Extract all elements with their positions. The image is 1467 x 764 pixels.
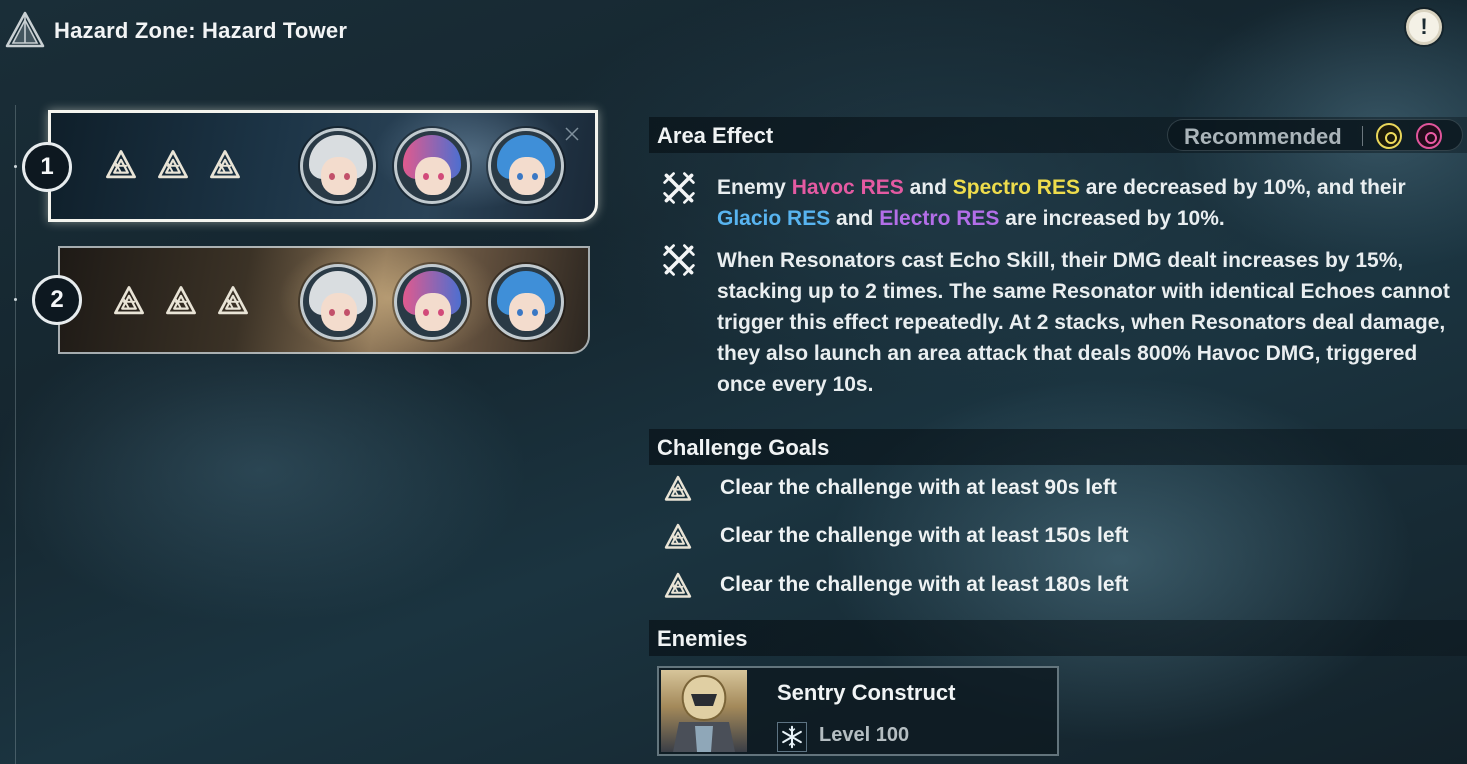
area-effect-text-2: When Resonators cast Echo Skill, their D… [717,249,1450,396]
effect-text-segment: are increased by 10%. [999,207,1225,230]
effect-text-segment: are decreased by 10%, and their [1079,176,1406,199]
tri-goal-icon [112,284,146,318]
team-avatars [300,128,564,204]
tri-goal-icon [104,148,138,182]
timeline-dot [14,165,17,168]
effect-text-segment: Enemy [717,176,792,199]
avatar-resonator-white-hair [300,264,376,340]
avatar-resonator-white-hair [300,128,376,204]
area-effect-text-1: Enemy Havoc RES and Spectro RES are decr… [717,172,1457,234]
tri-goal-icon [208,148,242,182]
enemies-header: Enemies [649,620,1467,656]
spectro-element-icon [1376,123,1402,149]
enemy-card[interactable]: Sentry Construct Level 100 [657,666,1059,756]
stage-goal-marks [104,148,242,182]
challenge-goal-item: Clear the challenge with at least 150s l… [649,520,1467,556]
stage-number-badge: 2 [32,275,82,325]
effect-text-segment: and [830,207,880,230]
timeline-dot [14,298,17,301]
crossed-swords-icon [661,242,697,278]
havoc-element-icon [1416,123,1442,149]
stage-goal-marks [112,284,250,318]
enemy-name: Sentry Construct [777,680,956,705]
effect-text-segment: and [903,176,953,199]
challenge-goal-text: Clear the challenge with at least 90s le… [720,476,1117,499]
recommended-label: Recommended [1184,124,1342,149]
avatar-resonator-blue-hair [488,264,564,340]
havoc-res-keyword: Havoc RES [791,176,904,199]
enemy-level: Level 100 [819,724,910,746]
challenge-goal-text: Clear the challenge with at least 180s l… [720,573,1129,596]
avatar-resonator-pink-hair [394,128,470,204]
area-effect-heading: Area Effect [657,123,774,148]
team-avatars [300,264,564,340]
challenge-goal-item: Clear the challenge with at least 180s l… [649,569,1467,605]
area-effect-header: Area Effect Recommended [649,117,1467,153]
stage-card-2[interactable]: 2 [32,246,590,354]
crossed-swords-icon [661,170,697,206]
hazard-tower-logo-icon [5,11,45,48]
avatar-resonator-blue-hair [488,128,564,204]
challenge-goal-text: Clear the challenge with at least 150s l… [720,524,1129,547]
challenge-goals-header: Challenge Goals [649,429,1467,465]
tri-goal-icon [156,148,190,182]
stage-card-1[interactable]: 1 [22,110,598,222]
spectro-res-keyword: Spectro RES [952,176,1080,199]
tri-goal-icon [663,474,693,504]
tri-goal-icon [663,571,693,601]
tri-goal-icon [164,284,198,318]
page-title: Hazard Zone: Hazard Tower [54,18,348,43]
enemy-portrait [661,670,747,752]
snowflake-icon [777,722,807,752]
tri-goal-icon [663,522,693,552]
glacio-res-keyword: Glacio RES [717,207,831,230]
stage-number-badge: 1 [22,142,72,192]
challenge-goals-heading: Challenge Goals [657,435,830,460]
challenge-goal-item: Clear the challenge with at least 90s le… [649,472,1467,508]
enemies-heading: Enemies [657,626,748,651]
tri-goal-icon [216,284,250,318]
stage-timeline-line [15,105,16,764]
expand-corner-icon [565,127,579,141]
details-panel: Area Effect Recommended Enemy Havoc RES … [649,0,1467,764]
electro-res-keyword: Electro RES [879,207,1000,230]
avatar-resonator-pink-hair [394,264,470,340]
pill-divider [1362,126,1363,146]
recommended-elements-pill[interactable]: Recommended [1167,119,1463,151]
